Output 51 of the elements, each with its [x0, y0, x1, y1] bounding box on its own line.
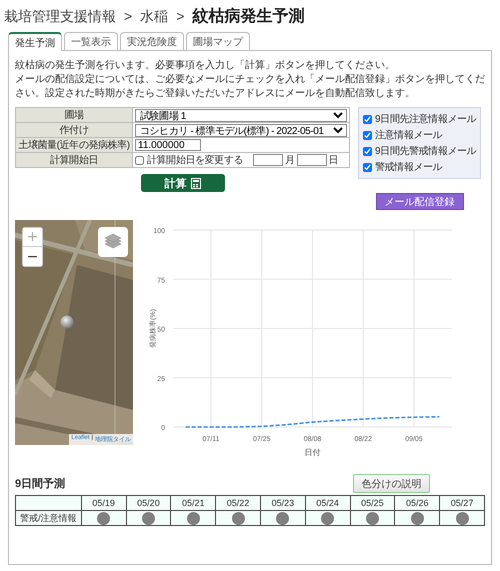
date-cell: 05/24 — [305, 496, 350, 510]
layers-button[interactable] — [98, 227, 128, 257]
date-cell: 05/20 — [126, 496, 171, 510]
select-field[interactable]: コシヒカリ - 標準モデル(標準) - 2022-05-01 — [135, 124, 347, 136]
tab[interactable]: 実況危険度 — [120, 32, 184, 50]
section-title: 9日間予測 — [15, 476, 66, 491]
date-cell: 05/21 — [170, 496, 216, 510]
checkbox-label: 9日間先注意情報メール — [375, 112, 476, 126]
select-field[interactable]: 試験圃場 1 — [135, 108, 347, 122]
field-label: 圃場 — [16, 108, 132, 122]
description-text: メールの配信設定については、ご必要なメールにチェックを入れ「メール配信登録」ボタンを押してください。設定された時期がきたらご登録いただいたアドレスにメールを自動配信致します。 — [15, 73, 485, 101]
month-field[interactable] — [253, 154, 284, 166]
checkbox-label: 警戒情報メール — [375, 160, 442, 174]
layers-icon — [104, 234, 122, 250]
day-field[interactable] — [296, 154, 327, 166]
breadcrumb-separator: > — [124, 8, 132, 24]
marker-icon[interactable] — [60, 315, 74, 329]
tab[interactable]: 一覧表示 — [64, 32, 118, 50]
legend-button[interactable]: 色分けの説明 — [353, 474, 430, 493]
date-cell: 05/23 — [260, 496, 306, 510]
field-label: 計算開始日 — [16, 152, 132, 168]
axis-title: 日付 — [304, 448, 320, 457]
description-text: 紋枯病の発生予測を行います。必要事項を入力し「計算」ボタンを押してください。 — [15, 59, 396, 73]
field-label: 作付け — [16, 122, 132, 138]
date-cell: 05/27 — [440, 496, 484, 510]
date-cell: 05/22 — [216, 496, 260, 510]
checkbox[interactable] — [363, 130, 372, 140]
checkbox[interactable] — [135, 156, 144, 164]
checkbox[interactable] — [363, 114, 372, 124]
page-title: 紋枯病発生予測 — [192, 6, 304, 27]
breadcrumb-link[interactable]: 水稲 — [140, 8, 168, 26]
unit-label: 月 — [285, 154, 295, 167]
mail-register-button[interactable]: メール配信登録 — [376, 193, 464, 210]
calculator-icon — [190, 178, 200, 188]
date-cell: 05/26 — [394, 496, 440, 510]
checkbox-label: 計算開始日を変更する — [147, 154, 244, 167]
date-cell: 05/25 — [350, 496, 395, 510]
unit-label: 日 — [328, 154, 338, 167]
tab[interactable]: 発生予測 — [8, 32, 62, 51]
checkbox[interactable] — [363, 146, 372, 156]
date-cell: 05/19 — [81, 496, 126, 510]
field-label: 土壌菌量(近年の発病株率) — [16, 138, 132, 152]
tab[interactable]: 圃場マップ — [186, 32, 250, 50]
row-label: 警戒/注意情報 — [16, 510, 82, 526]
checkbox-label: 注意情報メール — [375, 128, 442, 142]
checkbox[interactable] — [363, 162, 372, 172]
checkbox-label: 9日間先警戒情報メール — [375, 144, 476, 158]
breadcrumb-link[interactable]: 栽培管理支援情報 — [4, 8, 116, 26]
input-field[interactable]: 11.000000 — [135, 139, 201, 151]
breadcrumb-separator: > — [176, 8, 184, 24]
calculate-button[interactable]: 計算 — [140, 174, 224, 192]
